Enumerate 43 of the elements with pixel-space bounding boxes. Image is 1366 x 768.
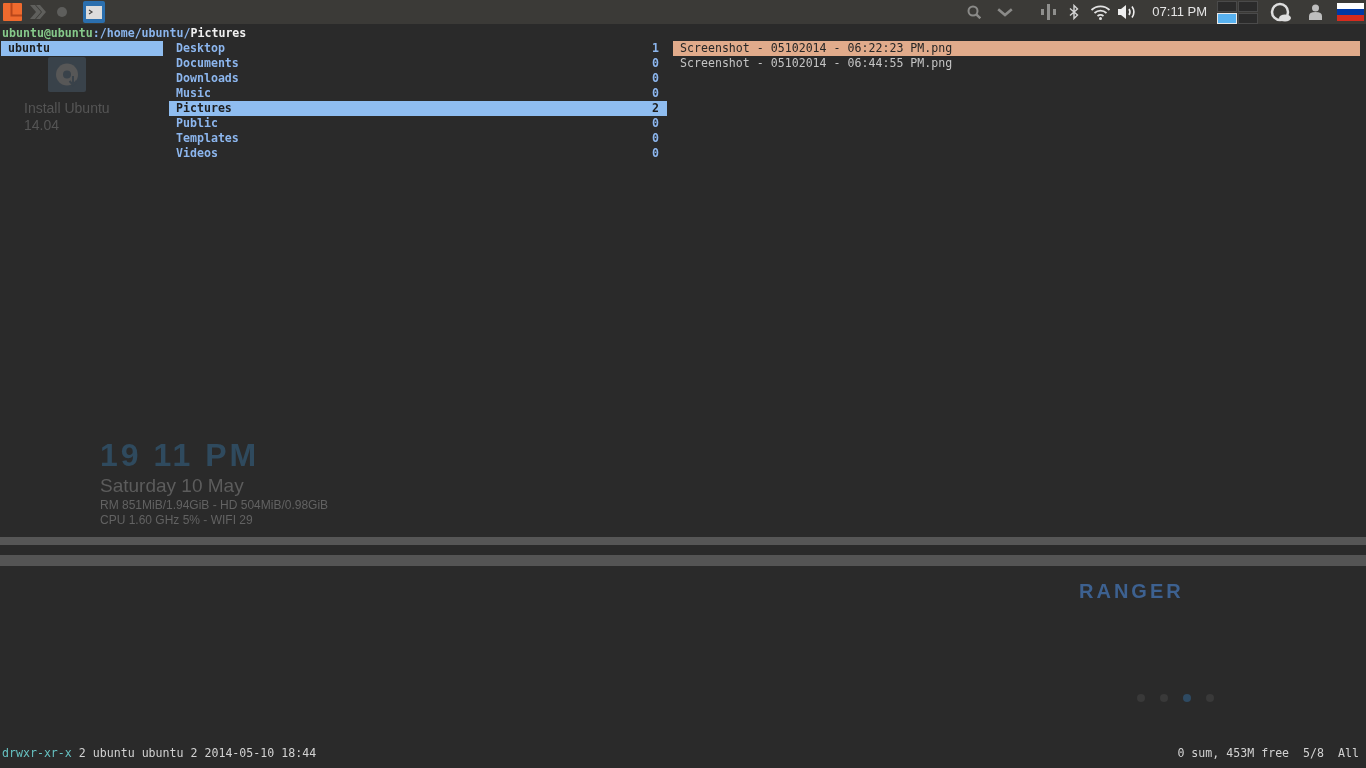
wifi-icon[interactable] bbox=[1090, 4, 1112, 20]
user-icon[interactable] bbox=[1309, 4, 1322, 20]
conky-cpu: CPU 1.60 GHz 5% - WIFI 29 bbox=[100, 513, 253, 527]
directory-item[interactable]: Downloads 0 bbox=[169, 71, 667, 86]
item-count: 2 bbox=[652, 101, 659, 116]
workspace-tile[interactable] bbox=[1238, 0, 1258, 12]
directory-item[interactable]: Public 0 bbox=[169, 116, 667, 131]
disk-summary-text: 0 sum, 453M free bbox=[1177, 746, 1290, 761]
file-item[interactable]: Screenshot - 05102014 - 06:44:55 PM.png bbox=[673, 56, 1360, 71]
conky-memory: RM 851MiB/1.94GiB - HD 504MiB/0.98GiB bbox=[100, 498, 329, 512]
directory-item[interactable]: Desktop 1 bbox=[169, 41, 667, 56]
item-count: 0 bbox=[652, 56, 659, 71]
terminal-icon[interactable] bbox=[83, 1, 105, 23]
panel-clock[interactable]: 07:11 PM bbox=[1152, 4, 1207, 20]
scroll-text: All bbox=[1338, 746, 1359, 761]
file-info-text: 2 ubuntu ubuntu 2 2014-05-10 18:44 bbox=[78, 746, 317, 761]
search-icon[interactable] bbox=[967, 5, 982, 19]
workspace-tile[interactable] bbox=[1217, 0, 1237, 12]
wallpaper-logo: RANGER bbox=[1079, 579, 1184, 603]
directory-item[interactable]: Documents 0 bbox=[169, 56, 667, 71]
permissions-text: drwxr-xr-x bbox=[2, 746, 72, 761]
item-count: 0 bbox=[652, 71, 659, 86]
item-count: 0 bbox=[652, 116, 659, 131]
flag-icon[interactable] bbox=[1337, 3, 1364, 21]
item-count: 1 bbox=[652, 41, 659, 56]
directory-item[interactable]: ubuntu bbox=[1, 41, 163, 56]
volume-icon[interactable] bbox=[1117, 4, 1138, 20]
path-title: ubuntu@ubuntu:/home/ubuntu/Pictures bbox=[2, 26, 247, 41]
file-item[interactable]: Screenshot - 05102014 - 06:22:23 PM.png bbox=[673, 41, 1360, 56]
bluetooth-icon[interactable] bbox=[1069, 4, 1080, 20]
item-count: 0 bbox=[652, 86, 659, 101]
position-text: 5/8 bbox=[1303, 746, 1325, 761]
directory-item[interactable]: Videos 0 bbox=[169, 146, 667, 161]
chevron-down-icon[interactable] bbox=[997, 7, 1014, 17]
item-count: 0 bbox=[652, 146, 659, 161]
cloud-ring-icon[interactable] bbox=[1270, 2, 1292, 22]
workspace-tile[interactable] bbox=[1238, 12, 1258, 24]
bars-icon[interactable] bbox=[1041, 4, 1057, 20]
dot-icon[interactable] bbox=[57, 7, 67, 17]
item-count: 0 bbox=[652, 131, 659, 146]
directory-item[interactable]: Music 0 bbox=[169, 86, 667, 101]
directory-item[interactable]: Templates 0 bbox=[169, 131, 667, 146]
directory-item[interactable]: Pictures 2 bbox=[169, 101, 667, 116]
